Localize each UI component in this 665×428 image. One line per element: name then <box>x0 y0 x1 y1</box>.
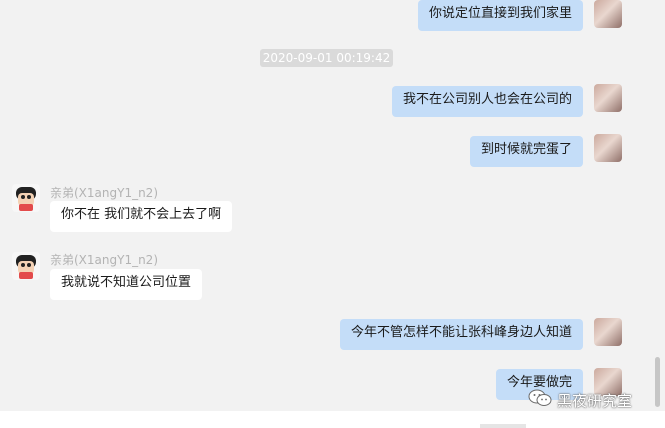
my-avatar[interactable] <box>594 134 622 162</box>
sender-name: 亲弟(X1angY1_n2) <box>50 186 159 200</box>
message-bubble-me: 我不在公司别人也会在公司的 <box>391 86 583 117</box>
message-bubble-contact: 你不在 我们就不会上去了啊 <box>50 201 233 232</box>
my-avatar[interactable] <box>594 84 622 112</box>
sender-name: 亲弟(X1angY1_n2) <box>50 253 159 267</box>
message-bubble-me: 你说定位直接到我们家里 <box>417 0 583 31</box>
contact-avatar[interactable] <box>12 252 40 280</box>
wechat-icon <box>528 389 552 411</box>
message-bubble-me: 到时候就完蛋了 <box>469 136 583 167</box>
message-bubble-me: 今年不管怎样不能让张科峰身边人知道 <box>339 319 583 350</box>
contact-avatar[interactable] <box>12 184 40 212</box>
message-bubble-contact: 我就说不知道公司位置 <box>50 269 203 300</box>
chat-area: 你说定位直接到我们家里 2020-09-01 00:19:42 我不在公司别人也… <box>0 0 665 428</box>
my-avatar[interactable] <box>594 0 622 28</box>
chat-scrollbar[interactable] <box>655 357 660 407</box>
watermark: 黑夜研究室 <box>528 385 632 415</box>
watermark-text: 黑夜研究室 <box>557 391 633 410</box>
input-area-divider <box>480 424 526 428</box>
my-avatar[interactable] <box>594 318 622 346</box>
message-timestamp: 2020-09-01 00:19:42 <box>260 49 393 67</box>
